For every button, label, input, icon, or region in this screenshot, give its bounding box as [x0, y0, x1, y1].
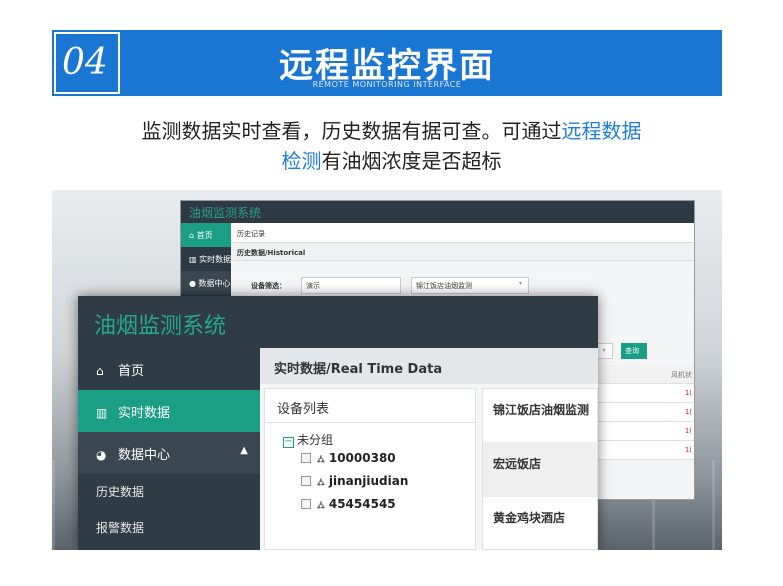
main-content: 实时数据/Real Time Data 设备列表 − 未分组 ⛼ 10000380 … — [260, 348, 598, 550]
back-breadcrumb[interactable]: 历史记录 — [231, 223, 694, 243]
collapse-icon[interactable]: − — [283, 437, 294, 448]
bar-chart-icon: ▥ — [96, 406, 108, 420]
sidebar-item-label: 实时数据 — [118, 406, 171, 421]
desc-text-1: 监测数据实时查看，历史数据有据可查。可通过 — [141, 119, 562, 143]
device-checkbox[interactable] — [301, 499, 311, 509]
device-list-panel: 设备列表 − 未分组 ⛼ 10000380 ⛼ jinanjiudian ⛼ 45454… — [264, 388, 476, 550]
table-row: 1( — [591, 422, 694, 441]
hierarchy-icon: ⛼ — [317, 477, 325, 488]
section-banner: 04 远程监控界面 REMOTE MONITORING INTERFACE — [52, 30, 722, 96]
page-title: 实时数据/Real Time Data — [260, 348, 598, 384]
device-item[interactable]: ⛼ 10000380 — [265, 448, 475, 471]
back-device-select[interactable]: 锦江饭店油烟监测 ▾ — [411, 277, 529, 294]
back-device-select-value: 锦江饭店油烟监测 — [416, 282, 472, 290]
home-icon: ⌂ — [96, 364, 104, 378]
sidebar-item-label: 首页 — [118, 364, 145, 379]
device-item[interactable]: ⛼ 45454545 — [265, 494, 475, 517]
device-label: 45454545 — [328, 497, 396, 511]
back-filter-label: 设备筛选： — [251, 282, 286, 290]
sidebar: ⌂ 首页 ▥ 实时数据 ◕ 数据中心 ▲ 历史数据 报警数据 — [78, 348, 260, 550]
device-label: 10000380 — [328, 451, 396, 465]
back-sidebar-item-data-center[interactable]: ● 数据中心 — [181, 271, 231, 295]
back-sidebar-item-home[interactable]: ⌂ 首页 — [181, 223, 231, 247]
sidebar-item-label: 数据中心 — [118, 448, 171, 463]
back-app-title: 油烟监测系统 — [181, 201, 694, 223]
back-history-table: ≎ 风机状 1( 1( 1( 1( — [591, 365, 694, 460]
pie-chart-icon: ◕ — [96, 448, 107, 462]
desc-text-2: 有油烟浓度是否超标 — [321, 149, 502, 173]
table-row: 1( — [591, 441, 694, 460]
sidebar-item-data-center[interactable]: ◕ 数据中心 ▲ — [78, 432, 260, 474]
feature-description: 监测数据实时查看，历史数据有据可查。可通过远程数据 检测有油烟浓度是否超标 — [60, 116, 723, 176]
device-item[interactable]: ⛼ jinanjiudian — [265, 471, 475, 494]
hierarchy-icon: ⛼ — [317, 454, 325, 465]
shop-card[interactable]: 黄金鸡块酒店 — [483, 497, 597, 550]
hierarchy-icon: ⛼ — [317, 500, 325, 511]
table-row: 1( — [591, 403, 694, 422]
app-title: 油烟监测系统 — [78, 296, 598, 348]
caret-up-icon: ▲ — [240, 445, 248, 456]
device-checkbox[interactable] — [301, 476, 311, 486]
device-checkbox[interactable] — [301, 453, 311, 463]
sidebar-item-label: 历史数据 — [96, 485, 145, 499]
sidebar-item-label: 报警数据 — [96, 521, 145, 535]
shop-card[interactable]: 锦江饭店油烟监测 — [483, 389, 597, 443]
table-header-row: ≎ 风机状 — [591, 365, 694, 384]
sidebar-item-alarm[interactable]: 报警数据 — [78, 510, 260, 546]
chevron-down-icon: ▾ — [518, 280, 522, 287]
desc-highlight-2: 检测 — [281, 149, 322, 173]
table-row: 1( — [591, 384, 694, 403]
shop-list-panel: 锦江饭店油烟监测 宏远饭店 黄金鸡块酒店 — [482, 388, 598, 550]
tree-group-label: 未分组 — [297, 433, 334, 447]
tree-group-ungrouped[interactable]: − 未分组 — [265, 423, 475, 448]
table-header-fan: 风机状 — [671, 371, 692, 379]
back-sidebar-item-realtime[interactable]: ▥ 实时数据 — [181, 247, 231, 271]
sidebar-item-history[interactable]: 历史数据 — [78, 474, 260, 510]
banner-subtitle: REMOTE MONITORING INTERFACE — [312, 80, 462, 89]
device-label: jinanjiudian — [328, 474, 409, 488]
shop-card[interactable]: 宏远饭店 — [483, 443, 597, 497]
sidebar-item-realtime[interactable]: ▥ 实时数据 — [78, 390, 260, 432]
screenshot-showcase: 油烟监测系统 ⌂ 首页 ▥ 实时数据 ● 数据中心 历史记录 历史数据/Hist… — [52, 190, 722, 550]
desc-highlight-1: 远程数据 — [561, 119, 642, 143]
sidebar-item-home[interactable]: ⌂ 首页 — [78, 348, 260, 390]
back-filter-input[interactable]: 演示 — [301, 277, 401, 294]
back-page-title: 历史数据/Historical — [231, 243, 694, 261]
realtime-screenshot: 油烟监测系统 ⌂ 首页 ▥ 实时数据 ◕ 数据中心 ▲ 历史数据 报警数据 实时数据/… — [78, 296, 598, 550]
device-list-title: 设备列表 — [265, 389, 475, 423]
back-query-button[interactable]: 查询 — [621, 343, 647, 359]
